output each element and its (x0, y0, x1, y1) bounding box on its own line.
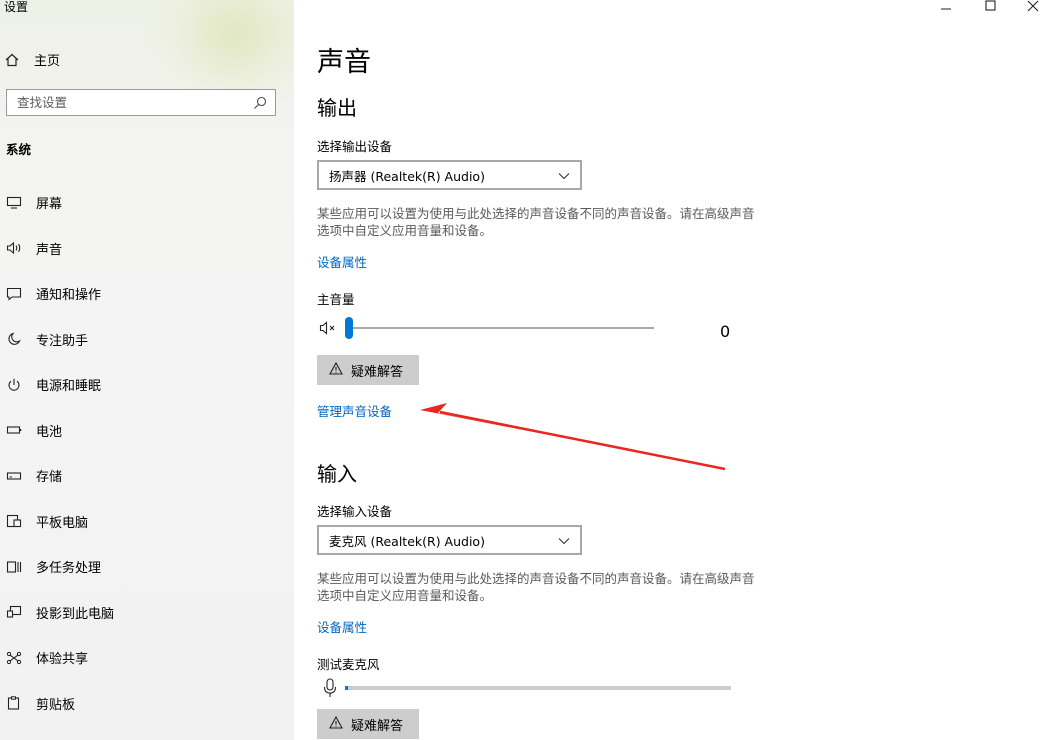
warning-icon (329, 361, 343, 379)
sidebar-item-label: 屏幕 (36, 197, 63, 213)
sidebar-item-storage[interactable]: 存储 (0, 453, 294, 499)
sidebar-home-label: 主页 (34, 54, 61, 69)
chevron-down-icon (558, 168, 570, 183)
input-troubleshoot-button[interactable]: 疑难解答 (317, 709, 419, 739)
sidebar-item-label: 声音 (36, 242, 63, 258)
volume-slider-track[interactable] (349, 327, 654, 329)
sidebar-item-sound[interactable]: 声音 (0, 226, 294, 272)
sidebar-item-label: 通知和操作 (36, 288, 102, 304)
sidebar-item-battery[interactable]: 电池 (0, 408, 294, 454)
sidebar-item-label: 多任务处理 (36, 561, 102, 577)
sidebar-item-shared-experiences[interactable]: 体验共享 (0, 635, 294, 681)
output-troubleshoot-button[interactable]: 疑难解答 (317, 355, 419, 385)
warning-icon (329, 715, 343, 733)
sidebar-item-label: 电池 (36, 424, 63, 440)
output-device-properties-link[interactable]: 设备属性 (317, 252, 367, 271)
input-description: 某些应用可以设置为使用与此处选择的声音设备不同的声音设备。请在高级声音选项中自定… (317, 571, 755, 603)
sidebar-item-label: 存储 (36, 470, 63, 486)
search-box[interactable] (6, 89, 276, 116)
sidebar-item-label: 剪贴板 (36, 697, 76, 713)
minimize-icon (940, 2, 952, 18)
sidebar-item-project[interactable]: 投影到此电脑 (0, 590, 294, 636)
sidebar-item-tablet[interactable]: 平板电脑 (0, 499, 294, 545)
search-input[interactable] (15, 94, 253, 111)
page-title: 声音 (317, 47, 371, 78)
test-microphone-label: 测试麦克风 (317, 657, 380, 672)
mute-speaker-icon[interactable] (319, 320, 339, 340)
power-icon (6, 378, 22, 392)
clipboard-icon (6, 696, 22, 710)
close-icon (1027, 0, 1039, 16)
sidebar-section-label: 系统 (6, 142, 32, 157)
volume-value: 0 (720, 322, 731, 341)
project-icon (6, 605, 22, 619)
input-select-label: 选择输入设备 (317, 504, 393, 519)
volume-slider-thumb[interactable] (345, 317, 353, 339)
microphone-icon (323, 678, 337, 702)
sidebar-item-label: 电源和睡眠 (36, 379, 102, 395)
home-icon (4, 52, 20, 68)
microphone-level-meter (345, 686, 731, 690)
troubleshoot-label: 疑难解答 (351, 364, 404, 380)
maximize-button[interactable] (985, 0, 997, 12)
close-button[interactable] (1027, 0, 1039, 12)
output-heading: 输出 (317, 96, 357, 120)
sidebar-item-clipboard[interactable]: 剪贴板 (0, 681, 294, 727)
sidebar-item-multitasking[interactable]: 多任务处理 (0, 544, 294, 590)
output-description: 某些应用可以设置为使用与此处选择的声音设备不同的声音设备。请在高级声音选项中自定… (317, 206, 755, 238)
master-volume-label: 主音量 (317, 292, 355, 307)
sidebar-item-label: 投影到此电脑 (36, 606, 115, 622)
window-title: 设置 (4, 0, 29, 14)
sidebar-item-label: 体验共享 (36, 652, 89, 668)
sidebar-item-notifications[interactable]: 通知和操作 (0, 271, 294, 317)
sidebar-item-focus-assist[interactable]: 专注助手 (0, 317, 294, 363)
output-device-select[interactable]: 扬声器 (Realtek(R) Audio) (317, 160, 582, 190)
sidebar-nav: 屏幕 声音 通知和操作 专注助手 电源和睡眠 电池 存储 平板电脑 多任务处理 … (0, 180, 294, 726)
input-device-select[interactable]: 麦克风 (Realtek(R) Audio) (317, 525, 582, 555)
output-select-label: 选择输出设备 (317, 139, 393, 154)
sidebar: 设置 主页 系统 屏幕 声音 通知和操作 专注助手 (0, 0, 294, 740)
share-icon (6, 651, 22, 665)
minimize-button[interactable] (940, 2, 952, 14)
multitask-icon (6, 560, 22, 574)
microphone-level-fill (345, 686, 348, 690)
sidebar-item-label: 专注助手 (36, 333, 89, 349)
sidebar-home[interactable]: 主页 (4, 50, 60, 69)
maximize-icon (985, 0, 997, 16)
storage-icon (6, 469, 22, 483)
chevron-down-icon (558, 533, 570, 548)
notification-icon (6, 287, 22, 301)
battery-icon (6, 423, 22, 437)
input-heading: 输入 (317, 462, 357, 486)
input-device-properties-link[interactable]: 设备属性 (317, 617, 367, 636)
manage-sound-devices-link[interactable]: 管理声音设备 (317, 401, 392, 420)
moon-icon (6, 332, 22, 346)
sidebar-item-power[interactable]: 电源和睡眠 (0, 362, 294, 408)
tablet-icon (6, 514, 22, 528)
troubleshoot-label: 疑难解答 (351, 718, 404, 734)
monitor-icon (6, 196, 22, 210)
sidebar-item-display[interactable]: 屏幕 (0, 180, 294, 226)
sidebar-item-label: 平板电脑 (36, 515, 89, 531)
output-device-value: 扬声器 (Realtek(R) Audio) (329, 168, 485, 184)
input-device-value: 麦克风 (Realtek(R) Audio) (329, 533, 485, 549)
speaker-icon (6, 241, 22, 255)
search-icon[interactable] (253, 96, 267, 110)
